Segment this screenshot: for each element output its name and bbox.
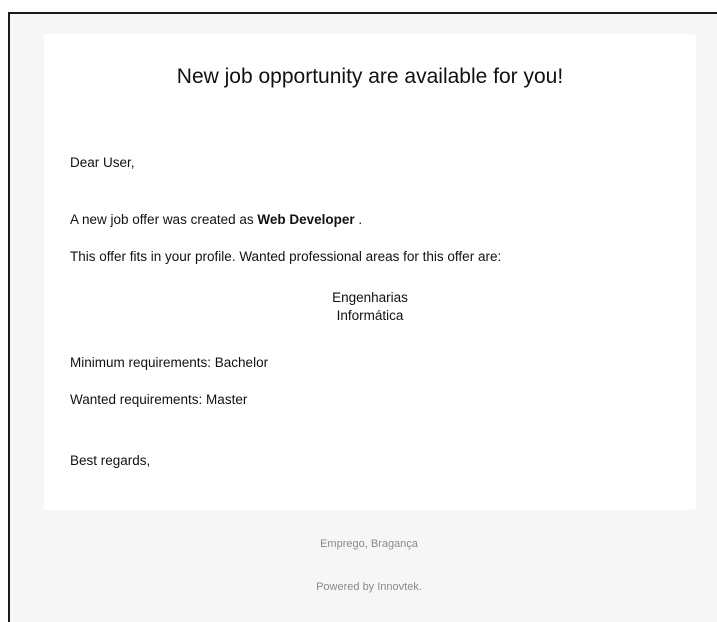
area-item: Engenharias (332, 290, 408, 305)
email-card: New job opportunity are available for yo… (44, 34, 696, 510)
email-frame: New job opportunity are available for yo… (8, 12, 717, 622)
profile-text: This offer fits in your profile. Wanted … (70, 249, 502, 264)
wanted-requirements-text: Wanted requirements: Master (70, 392, 248, 407)
footer-location: Emprego, Bragança (320, 538, 418, 550)
job-title: Web Developer (257, 212, 355, 227)
offer-prefix: A new job offer was created as (70, 212, 258, 227)
greeting-text: Dear User, (70, 155, 135, 170)
footer-powered-by: Powered by Innovtek. (316, 581, 422, 593)
minimum-requirements-text: Minimum requirements: Bachelor (70, 355, 269, 370)
email-heading: New job opportunity are available for yo… (176, 65, 564, 88)
professional-areas-list: Engenharias Informática (44, 289, 696, 325)
closing-text: Best regards, (70, 453, 151, 468)
offer-suffix: . (354, 212, 363, 227)
offer-sentence: A new job offer was created as Web Devel… (70, 212, 362, 227)
area-item: Informática (336, 308, 404, 323)
